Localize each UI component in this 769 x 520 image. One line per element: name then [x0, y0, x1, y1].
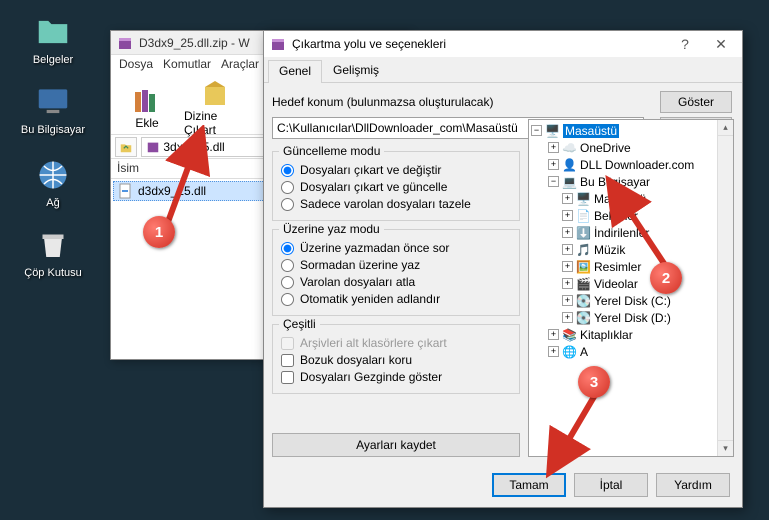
- toolbar-extract-label: Dizine Çıkart: [184, 109, 246, 137]
- check-keep-broken[interactable]: Bozuk dosyaları koru: [281, 353, 511, 367]
- misc-group: Çeşitli Arşivleri alt klasörlere çıkart …: [272, 324, 520, 394]
- update-mode-title: Güncelleme modu: [279, 144, 384, 158]
- computer-icon: [33, 82, 73, 122]
- tree-node-documents[interactable]: +📄Belgeler: [531, 207, 731, 224]
- desktop-icon-recyclebin[interactable]: Çöp Kutusu: [18, 225, 88, 279]
- menu-file[interactable]: Dosya: [119, 57, 153, 73]
- dialog-title: Çıkartma yolu ve seçenekleri: [292, 37, 664, 51]
- radio-auto-rename[interactable]: Otomatik yeniden adlandır: [281, 292, 511, 306]
- menu-tools[interactable]: Araçlar: [221, 57, 259, 73]
- overwrite-mode-title: Üzerine yaz modu: [279, 222, 384, 236]
- tree-scrollbar[interactable]: ▴ ▾: [717, 120, 733, 456]
- desktop-icon: 🖥️: [545, 123, 560, 138]
- tree-node-this-pc[interactable]: −💻Bu Bilgisayar: [531, 173, 731, 190]
- scroll-down-button[interactable]: ▾: [718, 440, 733, 456]
- download-icon: ⬇️: [576, 225, 591, 240]
- winrar-icon: [270, 36, 286, 52]
- trash-icon: [33, 225, 73, 265]
- tree-node-music[interactable]: +🎵Müzik: [531, 241, 731, 258]
- desktop-icon-label: Ağ: [18, 197, 88, 209]
- folder-icon: [33, 12, 73, 52]
- tree-node-libraries[interactable]: +📚Kitaplıklar: [531, 326, 731, 343]
- winrar-title: D3dx9_25.dll.zip - W: [139, 36, 250, 50]
- dialog-right-column: −🖥️Masaüstü +☁️OneDrive +👤DLL Downloader…: [528, 91, 734, 457]
- extract-dialog: Çıkartma yolu ve seçenekleri ? ✕ Genel G…: [263, 30, 743, 508]
- desktop-icon-label: Çöp Kutusu: [18, 267, 88, 279]
- documents-icon: 📄: [576, 208, 591, 223]
- radio-extract-update[interactable]: Dosyaları çıkart ve güncelle: [281, 180, 511, 194]
- radio-overwrite-no-ask[interactable]: Sormadan üzerine yaz: [281, 258, 511, 272]
- tab-advanced[interactable]: Gelişmiş: [322, 59, 390, 82]
- music-icon: 🎵: [576, 242, 591, 257]
- computer-icon: 💻: [562, 174, 577, 189]
- close-button[interactable]: ✕: [706, 34, 736, 54]
- tree-node-disk-d[interactable]: +💽Yerel Disk (D:): [531, 309, 731, 326]
- tree-node-desktop[interactable]: +🖥️Masaüstü: [531, 190, 731, 207]
- check-show-explorer[interactable]: Dosyaları Gezginde göster: [281, 370, 511, 384]
- up-folder-button[interactable]: [115, 137, 137, 157]
- desktop-icon-computer[interactable]: Bu Bilgisayar: [18, 82, 88, 136]
- desktop-icon-label: Bu Bilgisayar: [18, 124, 88, 136]
- tree-node-desktop-root[interactable]: −🖥️Masaüstü: [531, 122, 731, 139]
- help-button[interactable]: ?: [670, 34, 700, 54]
- menu-commands[interactable]: Komutlar: [163, 57, 211, 73]
- check-subfolders[interactable]: Arşivleri alt klasörlere çıkart: [281, 336, 511, 350]
- cloud-icon: ☁️: [562, 140, 577, 155]
- radio-skip-existing[interactable]: Varolan dosyaları atla: [281, 275, 511, 289]
- desktop-icon-documents[interactable]: Belgeler: [18, 12, 88, 66]
- overwrite-mode-group: Üzerine yaz modu Üzerine yazmadan önce s…: [272, 229, 520, 316]
- books-extract-icon: [199, 77, 231, 109]
- tab-general[interactable]: Genel: [268, 60, 322, 83]
- toolbar-extract-button[interactable]: Dizine Çıkart: [183, 79, 247, 135]
- tree-node-downloads[interactable]: +⬇️İndirilenler: [531, 224, 731, 241]
- tree-node-videos[interactable]: +🎬Videolar: [531, 275, 731, 292]
- tree-node-disk-c[interactable]: +💽Yerel Disk (C:): [531, 292, 731, 309]
- books-add-icon: [131, 84, 163, 116]
- toolbar-add-label: Ekle: [135, 116, 158, 130]
- desktop-folder-icon: 🖥️: [576, 191, 591, 206]
- dialog-tabs: Genel Gelişmiş: [264, 59, 742, 83]
- network-icon: [33, 155, 73, 195]
- videos-icon: 🎬: [576, 276, 591, 291]
- pictures-icon: 🖼️: [576, 259, 591, 274]
- disk-icon: 💽: [576, 310, 591, 325]
- file-name: d3dx9_25.dll: [138, 184, 206, 198]
- tree-node-onedrive[interactable]: +☁️OneDrive: [531, 139, 731, 156]
- folder-tree[interactable]: −🖥️Masaüstü +☁️OneDrive +👤DLL Downloader…: [528, 119, 734, 457]
- toolbar-add-button[interactable]: Ekle: [115, 79, 179, 135]
- cancel-button[interactable]: İptal: [574, 473, 648, 497]
- dialog-titlebar[interactable]: Çıkartma yolu ve seçenekleri ? ✕: [264, 31, 742, 57]
- dialog-button-row: Tamam İptal Yardım: [264, 465, 742, 505]
- save-settings-button[interactable]: Ayarları kaydet: [272, 433, 520, 457]
- radio-freshen-only[interactable]: Sadece varolan dosyaları tazele: [281, 197, 511, 211]
- help-button[interactable]: Yardım: [656, 473, 730, 497]
- tree-node-pictures[interactable]: +🖼️Resimler: [531, 258, 731, 275]
- dll-file-icon: [118, 183, 134, 199]
- winrar-icon: [117, 35, 133, 51]
- user-icon: 👤: [562, 157, 577, 172]
- dialog-left-column: Hedef konum (bulunmazsa oluşturulacak) G…: [272, 91, 520, 457]
- network-icon: 🌐: [562, 344, 577, 359]
- scroll-up-button[interactable]: ▴: [718, 120, 733, 136]
- tree-node-dlldownloader[interactable]: +👤DLL Downloader.com: [531, 156, 731, 173]
- ok-button[interactable]: Tamam: [492, 473, 566, 497]
- radio-extract-replace[interactable]: Dosyaları çıkart ve değiştir: [281, 163, 511, 177]
- disk-icon: 💽: [576, 293, 591, 308]
- desktop-icon-network[interactable]: Ağ: [18, 155, 88, 209]
- column-name: İsim: [117, 161, 139, 176]
- desktop-icon-label: Belgeler: [18, 54, 88, 66]
- misc-title: Çeşitli: [279, 317, 320, 331]
- update-mode-group: Güncelleme modu Dosyaları çıkart ve deği…: [272, 151, 520, 221]
- libraries-icon: 📚: [562, 327, 577, 342]
- tree-node-network[interactable]: +🌐A: [531, 343, 731, 360]
- radio-ask-before[interactable]: Üzerine yazmadan önce sor: [281, 241, 511, 255]
